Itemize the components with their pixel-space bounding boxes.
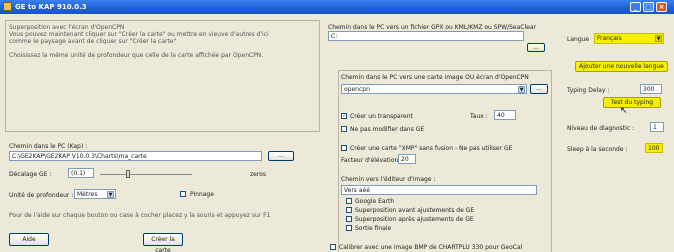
offset-label: Décalage GE : — [9, 171, 52, 178]
supp-before-checkbox[interactable] — [346, 207, 352, 213]
transparent-label: Créer un transparent — [350, 113, 413, 120]
calibrate-label: Calibrer avec une image BMP de CHARTPLU … — [339, 244, 523, 251]
image-source-select[interactable]: opencpn ▼ — [341, 84, 527, 94]
altitude-label: Facteur d'élévation : — [341, 157, 403, 164]
google-earth-label: Google Earth — [355, 198, 395, 205]
image-editor-input[interactable]: Vers aéé — [341, 185, 537, 195]
typing-delay-input[interactable]: 300 — [640, 84, 662, 94]
chevron-down-icon: ▼ — [107, 191, 114, 198]
intro-line-3: comme le paysage avant de cliquer sur "C… — [9, 38, 177, 45]
no-modify-checkbox[interactable] — [341, 126, 347, 132]
supp-before-label: Superposition avant ajustements de GE — [355, 207, 475, 214]
depth-unit-label: Unité de profondeur : — [9, 192, 74, 199]
chevron-down-icon: ▼ — [655, 35, 662, 42]
pinnage-checkbox[interactable] — [180, 191, 186, 197]
create-xml-label: Créer une carte "XMP" sans fusion - Ne p… — [350, 145, 513, 152]
add-language-button[interactable]: Ajouter une nouvelle langue — [575, 61, 668, 72]
pinnage-label: Pinnage — [190, 191, 214, 198]
depth-unit-select[interactable]: Mètres ▼ — [74, 189, 116, 199]
sleep-label: Sleep à la seconde : — [567, 146, 628, 153]
altitude-input[interactable]: 20 — [398, 154, 416, 164]
chevron-down-icon: ▼ — [518, 86, 525, 93]
depth-unit-value: Mètres — [77, 191, 98, 198]
offset-slider-track[interactable] — [100, 174, 192, 175]
browse-pc-path-button[interactable]: ... — [268, 151, 294, 161]
image-source-value: opencpn — [344, 86, 370, 93]
title-bar: GE to KAP 910.0.3 _ □ × — [0, 0, 674, 14]
close-button[interactable]: × — [656, 2, 667, 12]
transparent-checkbox[interactable] — [341, 112, 347, 119]
supp-after-checkbox[interactable] — [346, 216, 352, 222]
app-icon — [3, 2, 12, 11]
help-hint: Pour de l'aide sur chaque bouton ou case… — [9, 212, 271, 219]
minimize-button[interactable]: _ — [630, 2, 641, 12]
language-value: Français — [597, 35, 622, 42]
calibrate-checkbox[interactable] — [330, 244, 336, 250]
gpx-path-label: Chemin dans le PC vers un fichier GPX ou… — [328, 24, 536, 31]
transparency-label: Taux : — [470, 113, 488, 120]
window-title: GE to KAP 910.0.3 — [15, 3, 87, 11]
pc-path-input[interactable]: C:\GE2KAP\GE2KAP V10.0.3\Charts\ma_carte — [9, 151, 262, 161]
google-earth-checkbox[interactable] — [346, 198, 352, 204]
gpx-path-input[interactable]: C: — [328, 31, 524, 41]
sleep-input[interactable]: 100 — [645, 143, 663, 153]
transparency-input[interactable]: 40 — [494, 110, 516, 120]
sortie-label: Sortie finale — [355, 225, 392, 232]
intro-line-2: Vous pouvez maintenant cliquer sur "Crée… — [9, 31, 269, 38]
typing-delay-label: Typing Delay : — [567, 87, 610, 94]
browse-gpx-button[interactable]: ... — [527, 43, 545, 52]
pc-path-label: Chemin dans le PC (Kap) : — [9, 143, 88, 150]
sortie-checkbox[interactable] — [346, 225, 352, 231]
create-chart-button[interactable]: Créer la carte — [143, 233, 183, 252]
create-xml-checkbox[interactable] — [341, 145, 347, 151]
no-modify-label: Ne pas modifier dans GE — [350, 126, 425, 133]
image-editor-label: Chemin vers l'éditeur d'image : — [341, 176, 436, 183]
browse-image-button[interactable]: ... — [530, 84, 548, 94]
offset-unit: zeros — [250, 171, 266, 178]
diag-level-input[interactable]: 1 — [650, 122, 664, 132]
test-typing-button[interactable]: Test du typing — [603, 97, 661, 108]
offset-slider-thumb[interactable] — [126, 170, 130, 178]
diag-level-label: Niveau de diagnostic : — [567, 125, 634, 132]
supp-after-label: Superposition après ajustements de GE — [355, 216, 474, 223]
intro-line-1: Superposition avec l'écran d'OpenCPN — [9, 24, 125, 31]
mouse-cursor-icon: ↖ — [620, 106, 628, 116]
offset-input[interactable]: (0,1) — [68, 168, 94, 178]
image-path-label: Chemin dans le PC vers une carte image O… — [341, 74, 529, 81]
language-label: Langue — [567, 36, 590, 43]
unit-instruction: Choisissez la même unité de profondeur q… — [9, 52, 264, 59]
maximize-button[interactable]: □ — [643, 2, 654, 12]
help-button[interactable]: Aide — [9, 233, 49, 246]
language-select[interactable]: Français ▼ — [594, 33, 664, 44]
